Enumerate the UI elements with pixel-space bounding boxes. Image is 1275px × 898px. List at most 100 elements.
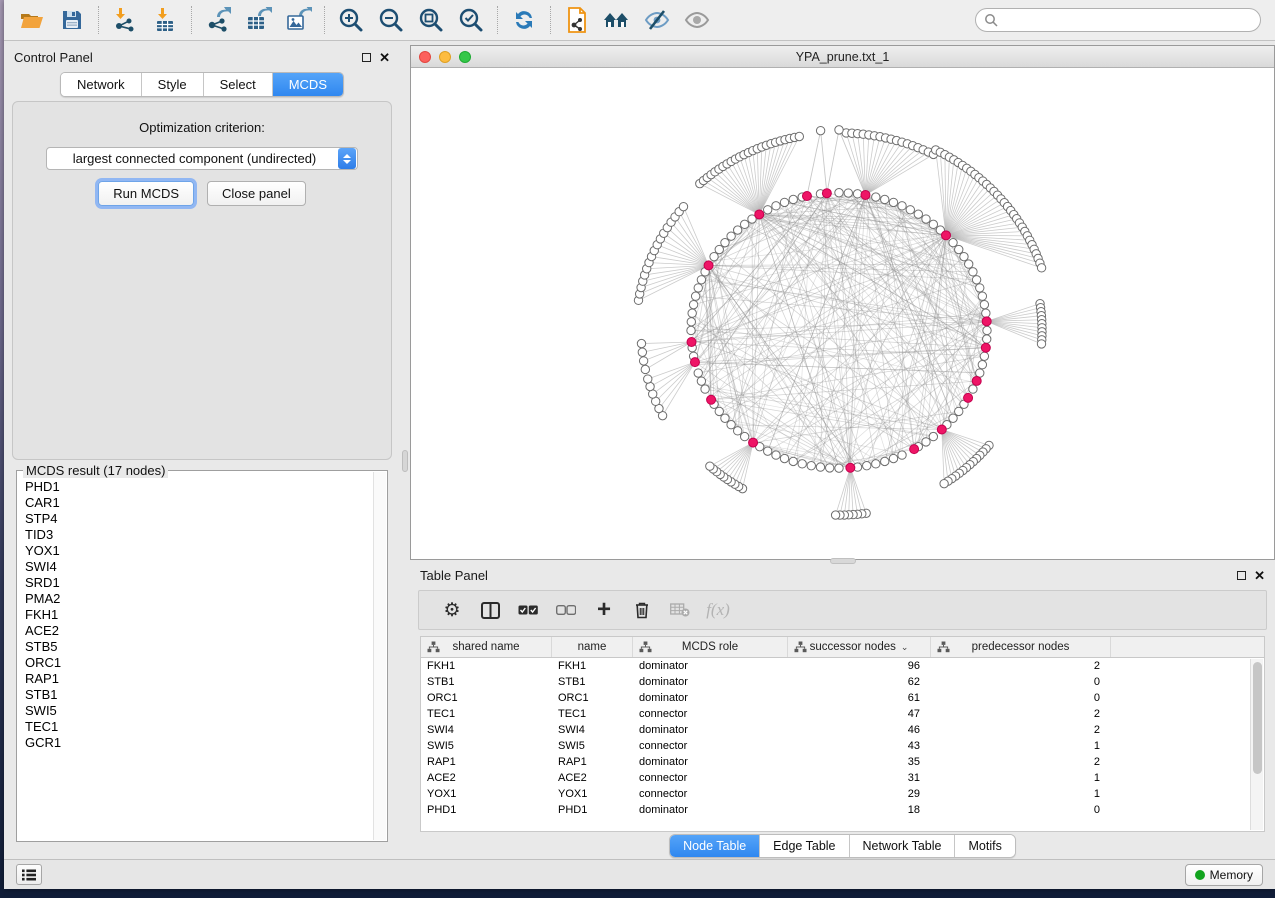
memory-button[interactable]: Memory xyxy=(1185,864,1263,886)
table-cell-shared-name[interactable]: ORC1 xyxy=(421,692,552,704)
table-row[interactable]: FKH1FKH1dominator962 xyxy=(421,658,1264,674)
network-node[interactable] xyxy=(721,238,729,246)
table-cell-role[interactable]: connector xyxy=(633,772,788,784)
mcds-result-item[interactable]: ACE2 xyxy=(25,623,373,639)
table-cell-successors[interactable]: 61 xyxy=(788,692,931,704)
network-node[interactable] xyxy=(780,454,788,462)
mcds-result-item[interactable]: TEC1 xyxy=(25,719,373,735)
network-node[interactable] xyxy=(701,385,709,393)
network-node[interactable] xyxy=(764,206,772,214)
network-node[interactable] xyxy=(881,457,889,465)
network-node[interactable] xyxy=(789,457,797,465)
network-node[interactable] xyxy=(831,511,839,519)
column-header-successor-nodes[interactable]: successor nodes ⌄ xyxy=(788,637,931,657)
network-node[interactable] xyxy=(969,268,977,276)
dominator-node[interactable] xyxy=(755,210,764,219)
network-node[interactable] xyxy=(687,326,695,334)
function-builder-icon[interactable]: f(x) xyxy=(699,600,737,620)
import-table-icon[interactable] xyxy=(145,3,185,37)
table-cell-predecessors[interactable]: 2 xyxy=(931,708,1111,720)
table-cell-role[interactable]: connector xyxy=(633,788,788,800)
network-node[interactable] xyxy=(826,464,834,472)
network-node[interactable] xyxy=(980,300,988,308)
network-node[interactable] xyxy=(835,464,843,472)
network-node[interactable] xyxy=(721,414,729,422)
toolbar-search-field[interactable] xyxy=(975,8,1261,32)
network-node[interactable] xyxy=(816,126,824,134)
dominator-node[interactable] xyxy=(982,317,991,326)
close-panel-button[interactable]: Close panel xyxy=(207,181,306,206)
table-cell-name[interactable]: PHD1 xyxy=(552,804,633,816)
table-cell-successors[interactable]: 62 xyxy=(788,676,931,688)
table-cell-name[interactable]: SWI4 xyxy=(552,724,633,736)
network-node[interactable] xyxy=(639,357,647,365)
table-cell-shared-name[interactable]: SWI4 xyxy=(421,724,552,736)
network-node[interactable] xyxy=(1037,264,1045,272)
tab-motifs[interactable]: Motifs xyxy=(955,835,1014,857)
table-cell-shared-name[interactable]: YOX1 xyxy=(421,788,552,800)
network-window-titlebar[interactable]: YPA_prune.txt_1 xyxy=(411,46,1274,68)
zoom-fit-icon[interactable] xyxy=(411,3,451,37)
network-node[interactable] xyxy=(733,226,741,234)
dominator-node[interactable] xyxy=(690,358,699,367)
mcds-result-item[interactable]: ORC1 xyxy=(25,655,373,671)
first-neighbors-icon[interactable] xyxy=(597,3,637,37)
network-node[interactable] xyxy=(694,284,702,292)
network-node[interactable] xyxy=(978,361,986,369)
network-node[interactable] xyxy=(889,454,897,462)
dominator-node[interactable] xyxy=(749,438,758,447)
dominator-node[interactable] xyxy=(704,261,713,270)
table-cell-successors[interactable]: 35 xyxy=(788,756,931,768)
network-node[interactable] xyxy=(772,451,780,459)
table-cell-successors[interactable]: 46 xyxy=(788,724,931,736)
dominator-node[interactable] xyxy=(981,343,990,352)
tab-network[interactable]: Network xyxy=(61,73,142,96)
network-node[interactable] xyxy=(638,348,646,356)
network-node[interactable] xyxy=(710,252,718,260)
column-header-name[interactable]: name xyxy=(552,637,633,657)
dominator-node[interactable] xyxy=(846,463,855,472)
network-node[interactable] xyxy=(982,309,990,317)
table-cell-predecessors[interactable]: 0 xyxy=(931,692,1111,704)
mcds-result-item[interactable]: GCR1 xyxy=(25,735,373,751)
network-node[interactable] xyxy=(955,245,963,253)
deselect-all-rows-icon[interactable] xyxy=(547,605,585,615)
network-node[interactable] xyxy=(983,326,991,334)
table-cell-predecessors[interactable]: 2 xyxy=(931,724,1111,736)
table-cell-shared-name[interactable]: TEC1 xyxy=(421,708,552,720)
column-header-mcds-role[interactable]: MCDS role xyxy=(633,637,788,657)
table-cell-name[interactable]: ACE2 xyxy=(552,772,633,784)
network-from-selection-icon[interactable] xyxy=(557,3,597,37)
float-panel-icon[interactable] xyxy=(1237,571,1246,580)
mcds-result-item[interactable]: SWI5 xyxy=(25,703,373,719)
tab-style[interactable]: Style xyxy=(142,73,204,96)
network-node[interactable] xyxy=(740,220,748,228)
network-node[interactable] xyxy=(898,202,906,210)
network-node[interactable] xyxy=(929,220,937,228)
network-node[interactable] xyxy=(889,198,897,206)
network-node[interactable] xyxy=(835,189,843,197)
network-node[interactable] xyxy=(691,292,699,300)
mcds-result-item[interactable]: STB1 xyxy=(25,687,373,703)
dominator-node[interactable] xyxy=(802,192,811,201)
network-node[interactable] xyxy=(697,377,705,385)
dominator-node[interactable] xyxy=(861,190,870,199)
table-cell-name[interactable]: SWI5 xyxy=(552,740,633,752)
tab-node-table[interactable]: Node Table xyxy=(670,835,760,857)
table-cell-role[interactable]: connector xyxy=(633,740,788,752)
network-node[interactable] xyxy=(727,421,735,429)
delete-table-icon[interactable] xyxy=(661,603,699,617)
table-cell-predecessors[interactable]: 1 xyxy=(931,740,1111,752)
network-node[interactable] xyxy=(715,407,723,415)
open-session-icon[interactable] xyxy=(12,3,52,37)
network-node[interactable] xyxy=(906,206,914,214)
dominator-node[interactable] xyxy=(972,376,981,385)
table-cell-name[interactable]: ORC1 xyxy=(552,692,633,704)
table-cell-shared-name[interactable]: STB1 xyxy=(421,676,552,688)
table-row[interactable]: PHD1PHD1dominator180 xyxy=(421,802,1264,818)
table-cell-shared-name[interactable]: ACE2 xyxy=(421,772,552,784)
table-cell-role[interactable]: dominator xyxy=(633,804,788,816)
divider-grip-icon[interactable] xyxy=(830,558,856,564)
table-cell-role[interactable]: dominator xyxy=(633,676,788,688)
table-cell-predecessors[interactable]: 1 xyxy=(931,788,1111,800)
